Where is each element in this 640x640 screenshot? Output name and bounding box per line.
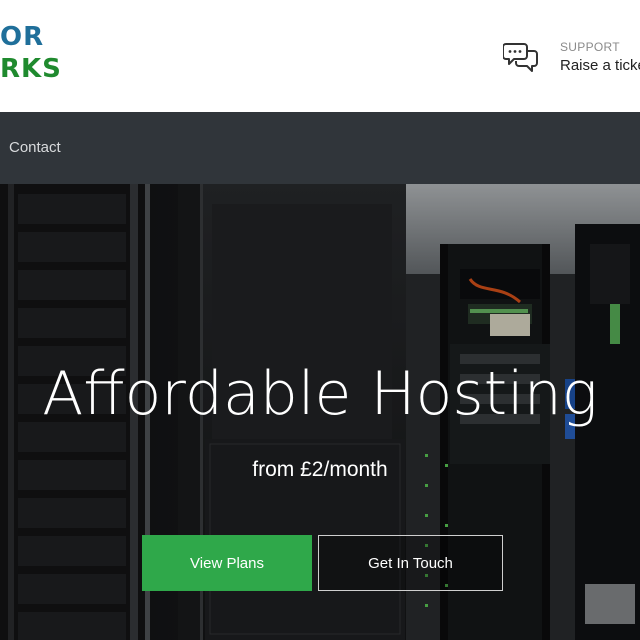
main-nav: Contact (0, 112, 640, 184)
logo-text-bottom: RKS (0, 54, 62, 84)
support-link[interactable]: SUPPORT Raise a ticket (503, 38, 640, 82)
page: OR RKS SUPPORT Raise a ticket Contact (0, 0, 640, 640)
logo-text-top: OR (0, 22, 45, 52)
hero-banner: Affordable Hosting from £2/month View Pl… (0, 184, 640, 640)
site-logo[interactable]: OR RKS (0, 22, 80, 84)
support-label: SUPPORT (560, 40, 620, 54)
view-plans-button[interactable]: View Plans (142, 535, 312, 591)
get-in-touch-button[interactable]: Get In Touch (318, 535, 503, 591)
site-header: OR RKS SUPPORT Raise a ticket (0, 0, 640, 112)
nav-item-contact[interactable]: Contact (9, 139, 61, 156)
support-text: Raise a ticket (560, 57, 640, 74)
hero-title: Affordable Hosting (42, 359, 598, 429)
chat-bubbles-icon (503, 43, 538, 72)
hero-subtitle: from £2/month (252, 458, 388, 481)
